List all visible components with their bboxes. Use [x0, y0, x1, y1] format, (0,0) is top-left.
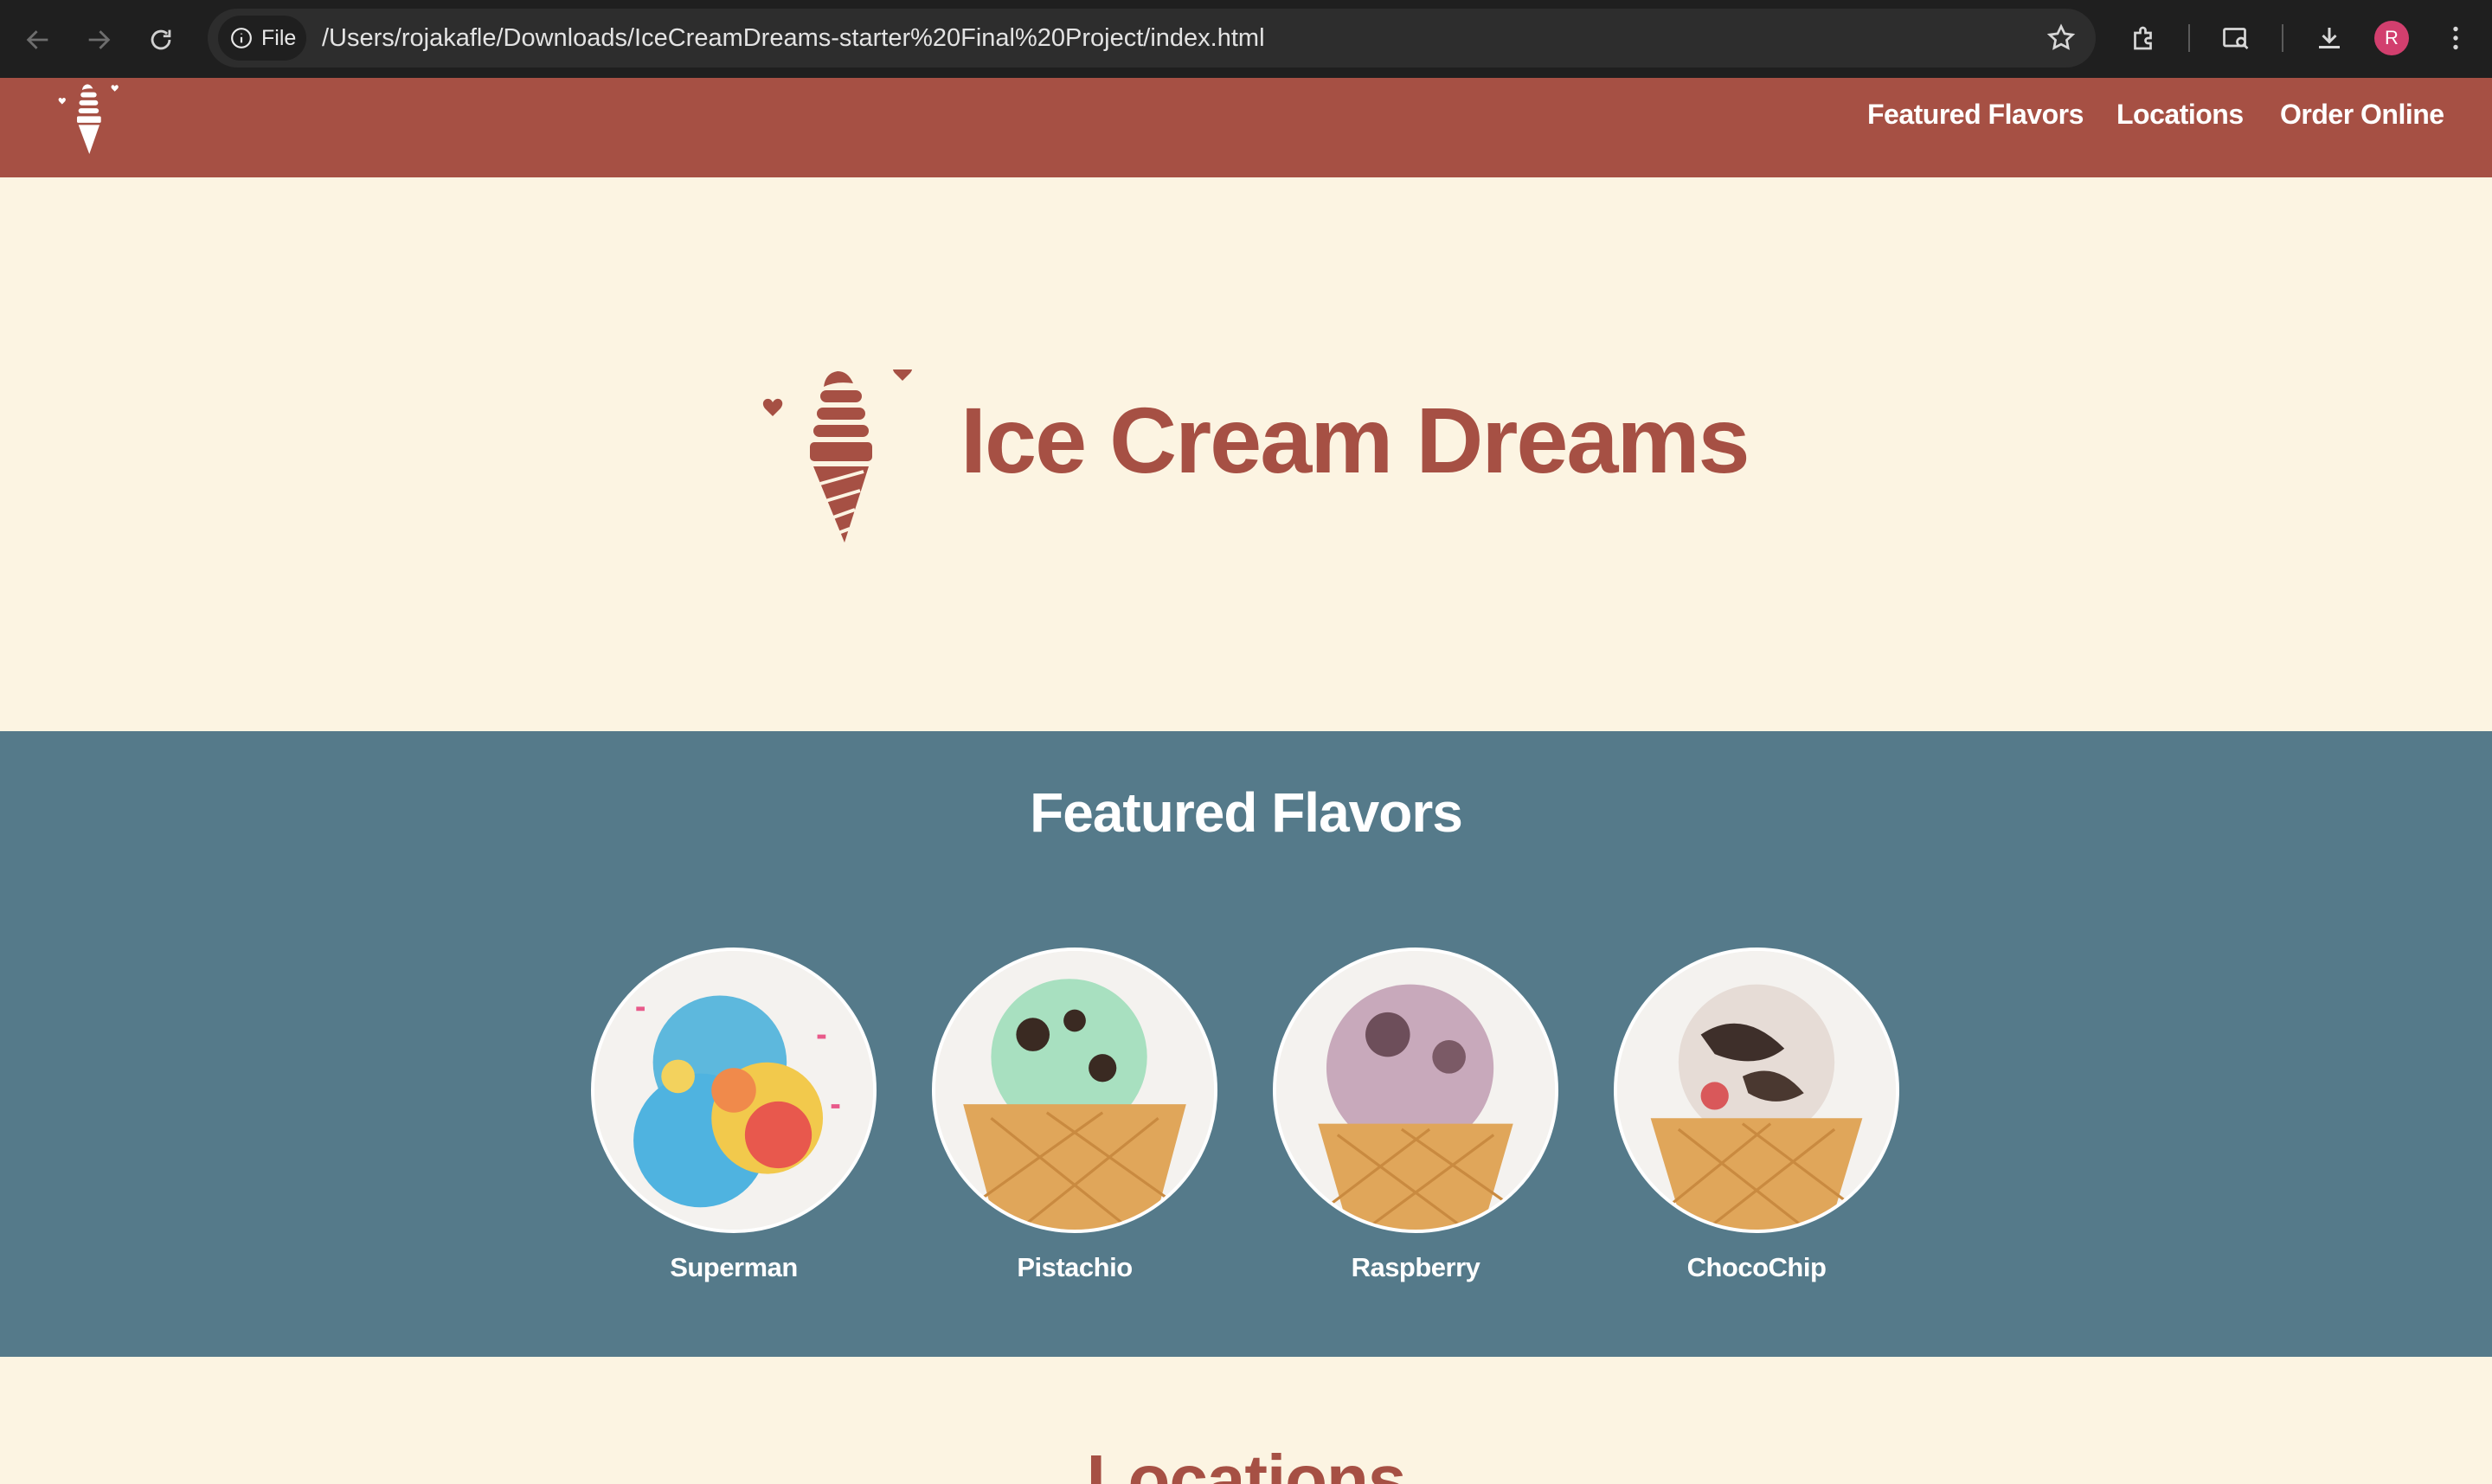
flavor-card[interactable]: Pistachio	[932, 948, 1217, 1283]
hero-title: Ice Cream Dreams	[960, 388, 1750, 492]
download-icon	[2319, 28, 2340, 48]
ice-cream-logo-icon[interactable]	[54, 81, 123, 154]
puzzle-icon	[2134, 26, 2152, 50]
arrow-left-icon	[26, 30, 48, 49]
featured-title: Featured Flavors	[1030, 781, 1463, 844]
locations-title: Locations	[1086, 1441, 1407, 1484]
featured-flavors-section: Featured Flavors Superman Pistachio Rasp…	[0, 731, 2492, 1357]
info-icon	[231, 28, 252, 48]
address-bar[interactable]: File /Users/rojakafle/Downloads/IceCream…	[208, 9, 2096, 67]
bookmark-star-icon[interactable]	[2046, 22, 2077, 54]
browser-toolbar: File /Users/rojakafle/Downloads/IceCream…	[0, 0, 2492, 78]
site-info-chip[interactable]: File	[218, 16, 306, 61]
arrow-right-icon	[88, 30, 111, 49]
flavor-name: Superman	[670, 1252, 798, 1282]
flavor-image[interactable]	[1273, 948, 1558, 1233]
nav-order-online[interactable]: Order Online	[2280, 99, 2444, 131]
pistachio-ice-cream-image	[935, 951, 1214, 1230]
reload-icon	[151, 29, 171, 50]
raspberry-ice-cream-image	[1276, 951, 1555, 1230]
back-button[interactable]	[19, 21, 57, 59]
flavor-card[interactable]: Raspberry	[1273, 948, 1558, 1283]
flavor-name: ChocoChip	[1686, 1252, 1827, 1282]
reload-button[interactable]	[142, 21, 180, 59]
locations-section: Locations	[0, 1357, 2492, 1484]
flavor-image[interactable]	[1614, 948, 1899, 1233]
ice-cream-logo-icon	[762, 369, 912, 543]
flavor-card[interactable]: ChocoChip	[1614, 948, 1899, 1283]
flavor-image[interactable]	[591, 948, 877, 1233]
nav-locations[interactable]: Locations	[2116, 99, 2244, 131]
flavor-name: Pistachio	[1017, 1252, 1133, 1282]
flavor-image[interactable]	[932, 948, 1217, 1233]
chocochip-ice-cream-image	[1617, 951, 1896, 1230]
downloads-button[interactable]	[2310, 19, 2348, 57]
tab-search-button[interactable]	[2217, 19, 2255, 57]
tab-search-icon	[2223, 28, 2249, 49]
hero-section: Ice Cream Dreams	[0, 177, 2492, 731]
flavor-name: Raspberry	[1351, 1252, 1480, 1282]
url-text[interactable]: /Users/rojakafle/Downloads/IceCreamDream…	[322, 24, 1265, 53]
toolbar-divider	[2282, 24, 2283, 52]
menu-button[interactable]	[2437, 19, 2475, 57]
flavor-card[interactable]: Superman	[591, 948, 877, 1283]
nav-featured-flavors[interactable]: Featured Flavors	[1867, 99, 2084, 131]
superman-ice-cream-image	[594, 951, 873, 1230]
site-header: Featured Flavors Locations Order Online	[0, 78, 2492, 177]
profile-avatar[interactable]: R	[2374, 21, 2409, 55]
forward-button[interactable]	[80, 21, 118, 59]
file-chip-label: File	[261, 25, 297, 50]
extensions-button[interactable]	[2125, 19, 2163, 57]
toolbar-divider	[2188, 24, 2190, 52]
kebab-menu-icon	[2453, 26, 2458, 50]
